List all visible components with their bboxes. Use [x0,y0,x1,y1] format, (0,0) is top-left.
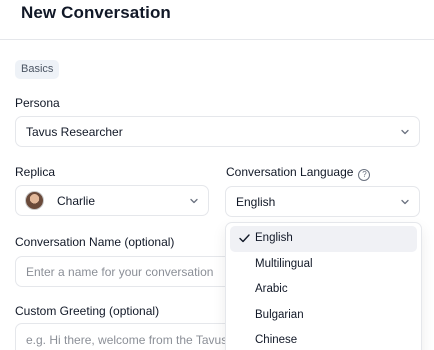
replica-label: Replica [15,165,56,179]
language-option-label: Bulgarian [255,308,304,321]
chevron-down-icon [401,129,409,135]
persona-select[interactable]: Tavus Researcher [15,116,420,147]
language-option-label: Arabic [255,283,288,295]
language-option-label: Multilingual [255,257,313,270]
section-tag-basics: Basics [15,60,60,79]
chevron-down-icon [190,198,198,204]
conversation-name-label: Conversation Name (optional) [15,235,175,249]
replica-select[interactable]: Charlie [15,185,209,216]
help-circle-icon[interactable]: ? [358,169,371,181]
replica-value: Charlie [57,193,96,208]
language-option-english[interactable]: English [230,226,417,252]
language-option-label: English [255,232,293,244]
conversation-name-placeholder: Enter a name for your conversation [26,264,214,279]
language-option-multilingual[interactable]: Multilingual [230,252,417,278]
custom-greeting-placeholder: e.g. Hi there, welcome from the Tavus te… [26,333,258,347]
language-option-label: Chinese [255,334,298,346]
language-select[interactable]: English [225,186,420,217]
language-label-row: Conversation Language? [226,165,371,181]
avatar [25,191,44,210]
page-title: New Conversation [21,3,171,22]
language-dropdown-menu: English Multilingual Arabic Bulgarian Ch… [225,222,422,350]
language-option-chinese[interactable]: Chinese [230,328,417,350]
persona-value: Tavus Researcher [26,124,123,139]
chevron-down-icon [401,199,409,205]
language-label: Conversation Language [226,165,354,179]
language-option-bulgarian[interactable]: Bulgarian [230,303,417,329]
persona-label: Persona [15,96,60,110]
check-icon [239,234,250,243]
language-value: English [236,194,276,209]
modal-header: New Conversation [0,0,434,40]
language-option-arabic[interactable]: Arabic [230,277,417,303]
custom-greeting-label: Custom Greeting (optional) [15,304,160,318]
